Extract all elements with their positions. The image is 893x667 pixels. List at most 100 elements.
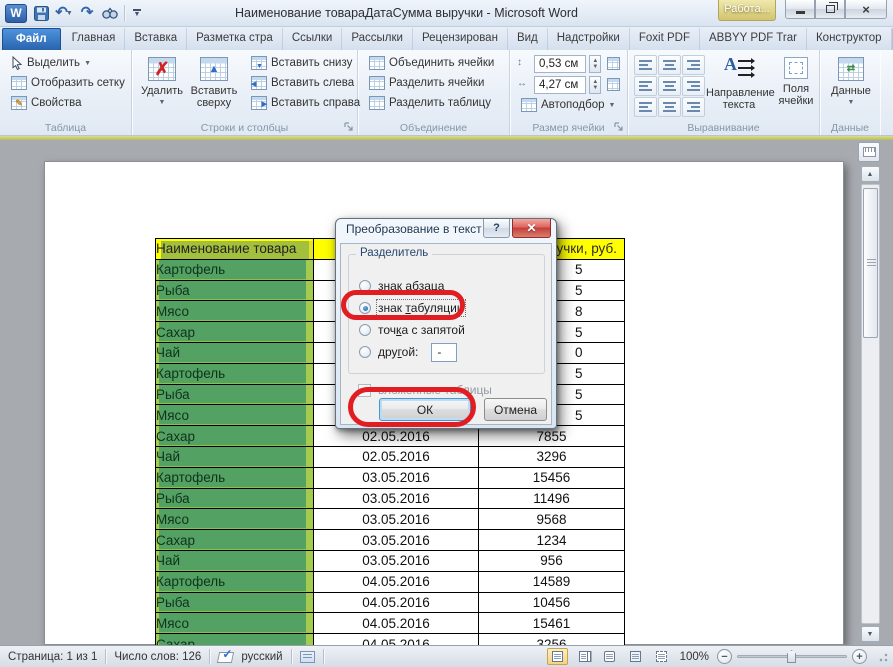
zoom-in-button[interactable]: + <box>852 649 867 664</box>
print-layout-view-button[interactable] <box>547 648 568 665</box>
minimize-button[interactable] <box>785 0 815 19</box>
table-cell[interactable]: 04.05.2016 <box>314 634 479 645</box>
merge-cells-button[interactable]: Объединить ячейки <box>364 53 505 73</box>
table-cell[interactable]: 14589 <box>479 571 625 592</box>
column-width-field[interactable]: 4,27 см <box>534 76 586 94</box>
language-indicator[interactable]: русский <box>241 651 282 663</box>
text-direction-button[interactable]: A Направление текста <box>705 53 773 120</box>
split-cells-button[interactable]: Разделить ячейки <box>364 73 505 93</box>
table-cell[interactable]: Рыба <box>156 592 314 613</box>
zoom-out-button[interactable]: − <box>717 649 732 664</box>
table-cell[interactable]: Мясо <box>156 509 314 530</box>
table-cell[interactable]: 1234 <box>479 530 625 551</box>
table-cell[interactable]: 15461 <box>479 613 625 634</box>
tab-надстройки[interactable]: Надстройки <box>548 28 630 50</box>
radio-label[interactable]: точка с запятой <box>378 323 465 337</box>
table-cell[interactable]: Мясо <box>156 613 314 634</box>
dialog-help-button[interactable]: ? <box>483 219 510 238</box>
tab-рецензирован[interactable]: Рецензирован <box>413 28 508 50</box>
word-logo-icon[interactable]: W <box>5 4 27 23</box>
align-cell-button-2[interactable] <box>658 55 681 75</box>
scroll-down-button[interactable]: ▼ <box>861 626 880 642</box>
table-cell[interactable]: 3296 <box>479 446 625 467</box>
table-cell[interactable]: 04.05.2016 <box>314 571 479 592</box>
table-cell[interactable]: 956 <box>479 550 625 571</box>
table-header-cell[interactable]: Наименование товара <box>156 239 314 260</box>
outline-view-button[interactable] <box>625 648 646 665</box>
table-cell[interactable]: 3256 <box>479 634 625 645</box>
table-cell[interactable]: Сахар <box>156 530 314 551</box>
table-cell[interactable]: 03.05.2016 <box>314 509 479 530</box>
tab-конструктор[interactable]: Конструктор <box>807 28 892 50</box>
table-cell[interactable]: 03.05.2016 <box>314 467 479 488</box>
row-height-spinner[interactable]: ▲▼ <box>589 55 601 73</box>
align-cell-button-7[interactable] <box>634 97 657 117</box>
table-cell[interactable]: Чай <box>156 550 314 571</box>
close-button[interactable]: × <box>845 0 887 19</box>
insert-left-button[interactable]: ◀ Вставить слева <box>246 73 365 93</box>
table-cell[interactable]: Картофель <box>156 363 314 384</box>
select-button[interactable]: Выделить▼ <box>6 53 127 73</box>
other-separator-input[interactable]: - <box>431 343 457 362</box>
web-layout-view-button[interactable] <box>599 648 620 665</box>
undo-icon[interactable]: ↶▼ <box>55 4 73 22</box>
distribute-rows-button[interactable] <box>604 54 623 73</box>
table-cell[interactable]: 02.05.2016 <box>314 446 479 467</box>
radio-icon[interactable] <box>359 302 371 314</box>
table-cell[interactable]: 10456 <box>479 592 625 613</box>
reading-view-button[interactable] <box>573 648 594 665</box>
table-cell[interactable]: Картофель <box>156 571 314 592</box>
zoom-level[interactable]: 100% <box>680 651 709 663</box>
table-cell[interactable]: 11496 <box>479 488 625 509</box>
tab-главная[interactable]: Главная <box>63 28 126 50</box>
row-height-field[interactable]: 0,53 см <box>534 55 586 73</box>
find-icon[interactable] <box>101 4 119 22</box>
tab-рассылки[interactable]: Рассылки <box>342 28 413 50</box>
align-cell-button-8[interactable] <box>658 97 681 117</box>
radio-label[interactable]: знак абзаца <box>378 279 444 293</box>
table-cell[interactable]: 9568 <box>479 509 625 530</box>
tab-ссылки[interactable]: Ссылки <box>283 28 343 50</box>
autofit-button[interactable]: Автоподбор▼ <box>516 95 623 115</box>
split-table-button[interactable]: Разделить таблицу <box>364 93 505 113</box>
radio-icon[interactable] <box>359 324 371 336</box>
align-cell-button-5[interactable] <box>658 76 681 96</box>
zoom-slider-thumb[interactable] <box>787 650 796 663</box>
insert-right-button[interactable]: ▶ Вставить справа <box>246 93 365 113</box>
table-cell[interactable]: Чай <box>156 446 314 467</box>
table-cell[interactable]: Картофель <box>156 259 314 280</box>
tab-abbyy-pdf-trar[interactable]: ABBYY PDF Trar <box>700 28 807 50</box>
zoom-slider[interactable] <box>737 649 847 664</box>
view-gridlines-button[interactable]: Отобразить сетку <box>6 73 127 93</box>
table-cell[interactable]: 03.05.2016 <box>314 488 479 509</box>
insert-above-button[interactable]: ▲ Вставить сверху <box>186 53 242 120</box>
tab-вставка[interactable]: Вставка <box>125 28 187 50</box>
table-cell[interactable]: Сахар <box>156 634 314 645</box>
dialog-launcher-icon[interactable] <box>614 122 624 132</box>
scrollbar-track[interactable] <box>861 184 880 624</box>
restore-button[interactable] <box>815 0 845 19</box>
dialog-close-button[interactable]: ✕ <box>512 219 551 238</box>
table-cell[interactable]: Рыба <box>156 488 314 509</box>
delete-button[interactable]: ✗ Удалить▼ <box>138 53 186 120</box>
tab-разметка-стра[interactable]: Разметка стра <box>187 28 283 50</box>
align-cell-button-4[interactable] <box>634 76 657 96</box>
table-cell[interactable]: Мясо <box>156 301 314 322</box>
column-width-spinner[interactable]: ▲▼ <box>589 76 601 94</box>
draft-view-button[interactable] <box>651 648 672 665</box>
ruler-toggle-button[interactable] <box>858 142 880 162</box>
table-cell[interactable]: 15456 <box>479 467 625 488</box>
resize-grip[interactable] <box>876 650 889 663</box>
table-cell[interactable]: Рыба <box>156 280 314 301</box>
align-cell-button-1[interactable] <box>634 55 657 75</box>
scrollbar-thumb[interactable] <box>863 188 878 338</box>
radio-label[interactable]: другой: <box>378 345 418 359</box>
table-cell[interactable]: 03.05.2016 <box>314 530 479 551</box>
word-count[interactable]: Число слов: 126 <box>114 651 201 663</box>
spellcheck-icon[interactable] <box>218 650 233 663</box>
table-properties-button[interactable]: ✎ Свойства <box>6 93 127 113</box>
table-cell[interactable]: Сахар <box>156 322 314 343</box>
table-cell[interactable]: 03.05.2016 <box>314 550 479 571</box>
insert-below-button[interactable]: ▼ Вставить снизу <box>246 53 365 73</box>
radio-icon[interactable] <box>359 346 371 358</box>
